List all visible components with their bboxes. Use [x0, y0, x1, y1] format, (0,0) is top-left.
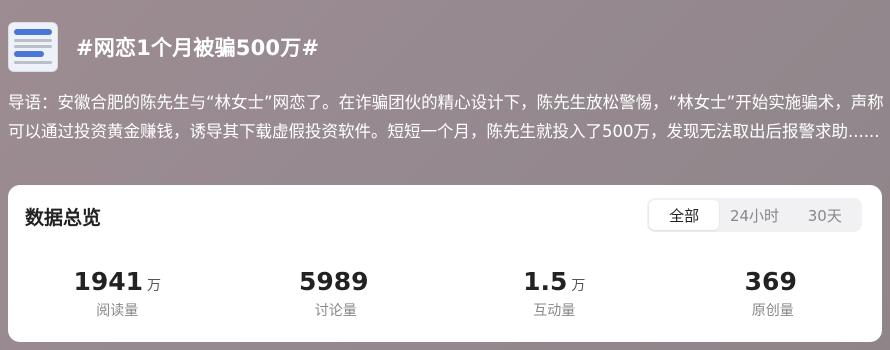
time-range-tabs: 全部 24小时 30天 — [647, 198, 862, 232]
stat-label: 互动量 — [533, 303, 576, 319]
stat-value: 1.5 — [523, 267, 568, 296]
stat-unit: 万 — [147, 278, 162, 294]
thumbnail-text-line — [14, 61, 52, 64]
tab-24h[interactable]: 24小时 — [719, 200, 789, 230]
stat-label: 阅读量 — [96, 303, 139, 319]
stat-label: 原创量 — [751, 303, 794, 319]
stat-unit: 万 — [571, 278, 586, 294]
stat-value: 1941 — [73, 267, 144, 296]
stat-originals: 369 原创量 — [664, 267, 883, 320]
tab-30d[interactable]: 30天 — [790, 200, 860, 230]
data-overview-card: 数据总览 全部 24小时 30天 1941 万 阅读量 5989 讨论量 1.5… — [8, 185, 882, 342]
stat-discussions: 5989 讨论量 — [227, 267, 446, 320]
thumbnail-chat-bubble — [14, 29, 52, 35]
thumbnail-chat-bubble — [14, 51, 45, 57]
stat-value: 5989 — [298, 267, 369, 296]
stats-row: 1941 万 阅读量 5989 讨论量 1.5 万 互动量 369 原创量 — [8, 267, 882, 320]
thumbnail-text-line — [14, 39, 52, 42]
stat-label: 讨论量 — [314, 303, 357, 319]
topic-title: #网恋1个月被骗500万# — [76, 36, 320, 60]
stat-reads: 1941 万 阅读量 — [8, 267, 227, 320]
thumbnail-text-line — [14, 45, 52, 48]
topic-header: #网恋1个月被骗500万# — [8, 22, 319, 72]
card-title: 数据总览 — [25, 207, 102, 229]
stat-value: 369 — [744, 267, 797, 296]
stat-interactions: 1.5 万 互动量 — [445, 267, 664, 320]
topic-thumbnail[interactable] — [8, 22, 58, 72]
topic-intro: 导语：安徽合肥的陈先生与“林女士”网恋了。在诈骗团伙的精心设计下，陈先生放松警惕… — [8, 93, 884, 141]
tab-all[interactable]: 全部 — [649, 200, 720, 230]
